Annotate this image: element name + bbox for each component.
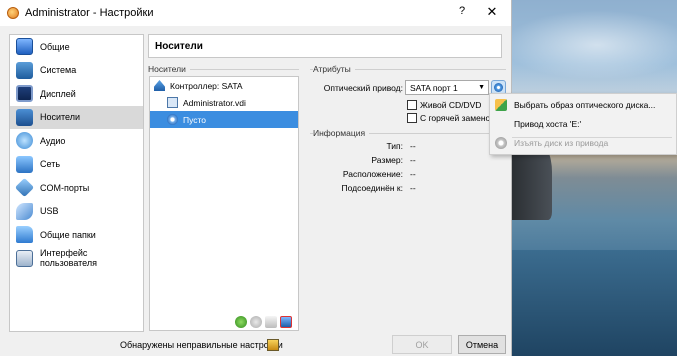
menu-item-eject-disk[interactable]: Изъять диск из привода <box>490 134 676 152</box>
remove-controller-icon[interactable] <box>280 316 292 328</box>
optical-drive-label: Оптический привод: <box>323 83 403 93</box>
wallpaper-water <box>512 250 677 356</box>
cancel-button[interactable]: Отмена <box>458 335 506 354</box>
menu-item-label: Изъять диск из привода <box>514 138 609 148</box>
controller-icon <box>154 80 165 91</box>
sidebar-item-label: Интерфейс пользователя <box>40 248 97 269</box>
sidebar-item-system[interactable]: Система <box>10 59 143 83</box>
sidebar-item-audio[interactable]: Аудио <box>10 129 143 153</box>
display-icon <box>16 85 33 103</box>
shared-folders-icon <box>16 226 33 244</box>
storage-icon <box>16 108 33 126</box>
info-attached-value: -- <box>410 183 416 193</box>
storage-tree: Контроллер: SATA Administrator.vdi Пусто <box>149 76 299 331</box>
sidebar-item-user-interface[interactable]: Интерфейс пользователя <box>10 247 143 271</box>
desktop-wallpaper <box>512 0 677 356</box>
tree-item-label: Контроллер: SATA <box>170 80 243 91</box>
sidebar-item-serial-ports[interactable]: COM-порты <box>10 176 143 200</box>
info-attached-key: Подсоединён к: <box>341 183 404 193</box>
optical-disc-context-menu: Выбрать образ оптического диска... Приво… <box>489 93 677 155</box>
info-type-key: Тип: <box>386 141 403 151</box>
storage-toolbar <box>235 316 292 328</box>
info-type-value: -- <box>410 141 416 151</box>
live-cd-option[interactable]: Живой CD/DVD <box>407 100 481 110</box>
sidebar-item-label: COM-порты <box>40 182 90 193</box>
status-message: Обнаружены неправильные настройки <box>120 340 283 350</box>
info-size-key: Размер: <box>371 155 403 165</box>
general-icon <box>16 38 33 56</box>
sidebar-item-label: USB <box>40 206 59 217</box>
tree-item-hard-disk[interactable]: Administrator.vdi <box>150 94 298 111</box>
window-title: Administrator - Настройки <box>25 7 154 19</box>
sidebar-item-general[interactable]: Общие <box>10 35 143 59</box>
sidebar-item-label: Общие папки <box>40 229 96 240</box>
sidebar-item-shared-folders[interactable]: Общие папки <box>10 223 143 247</box>
menu-item-choose-disk-image[interactable]: Выбрать образ оптического диска... <box>490 96 676 114</box>
attributes-group-label: Атрибуты <box>313 64 355 74</box>
serial-ports-icon <box>14 178 35 198</box>
sidebar-item-label: Сеть <box>40 159 61 170</box>
information-group-label: Информация <box>313 128 370 138</box>
ok-button[interactable]: OK <box>392 335 452 354</box>
user-interface-icon <box>16 249 33 267</box>
hard-disk-icon <box>167 97 178 108</box>
hot-plug-label: С горячей заменой <box>420 113 496 123</box>
remove-attachment-icon[interactable] <box>265 316 277 328</box>
sidebar-item-usb[interactable]: USB <box>10 200 143 224</box>
chevron-down-icon: ▼ <box>478 84 485 91</box>
info-size-value: -- <box>410 155 416 165</box>
choose-disk-image-icon <box>495 99 507 111</box>
sidebar-item-storage[interactable]: Носители <box>10 105 143 129</box>
sidebar-item-label: Аудио <box>40 135 66 146</box>
sidebar-item-label: Дисплей <box>40 88 76 99</box>
audio-icon <box>16 132 33 150</box>
storage-group-label: Носители <box>148 64 190 74</box>
help-button[interactable]: ? <box>455 5 469 17</box>
network-icon <box>16 155 33 173</box>
system-icon <box>16 61 33 79</box>
tree-item-label: Пусто <box>183 114 207 125</box>
close-button[interactable]: ✕ <box>484 4 500 20</box>
usb-icon <box>16 202 33 220</box>
info-location-value: -- <box>410 169 416 179</box>
live-cd-label: Живой CD/DVD <box>420 100 482 110</box>
virtualbox-app-icon <box>7 7 19 19</box>
sidebar-item-network[interactable]: Сеть <box>10 153 143 177</box>
title-bar: Administrator - Настройки ? ✕ <box>0 0 511 26</box>
page-title: Носители <box>148 34 502 58</box>
add-controller-icon[interactable] <box>235 316 247 328</box>
live-cd-checkbox[interactable] <box>407 100 417 110</box>
menu-item-label: Привод хоста 'E:' <box>514 119 582 129</box>
settings-sidebar: Общие Система Дисплей Носители Аудио Сет… <box>9 34 144 332</box>
add-attachment-icon[interactable] <box>250 316 262 328</box>
tree-item-label: Administrator.vdi <box>183 97 246 108</box>
warning-icon[interactable] <box>267 339 279 351</box>
sidebar-item-display[interactable]: Дисплей <box>10 82 143 106</box>
menu-item-label: Выбрать образ оптического диска... <box>514 100 656 110</box>
optical-disc-icon <box>494 83 503 92</box>
sidebar-item-label: Система <box>40 65 77 76</box>
info-location-key: Расположение: <box>342 169 403 179</box>
sidebar-item-label: Общие <box>40 41 70 52</box>
hot-plug-option[interactable]: С горячей заменой <box>407 113 495 123</box>
settings-dialog: Administrator - Настройки ? ✕ Общие Сист… <box>0 0 512 356</box>
optical-drive-select[interactable]: SATA порт 1 ▼ <box>405 80 489 95</box>
menu-item-host-drive[interactable]: Привод хоста 'E:' <box>490 115 676 133</box>
hot-plug-checkbox[interactable] <box>407 113 417 123</box>
wallpaper-cloud <box>512 10 677 80</box>
sidebar-item-label: Носители <box>40 112 81 123</box>
optical-drive-value: SATA порт 1 <box>410 82 458 93</box>
optical-disc-icon <box>167 114 178 125</box>
eject-disk-icon <box>495 137 507 149</box>
tree-item-controller[interactable]: Контроллер: SATA <box>150 77 298 94</box>
tree-item-optical-drive[interactable]: Пусто <box>150 111 298 128</box>
